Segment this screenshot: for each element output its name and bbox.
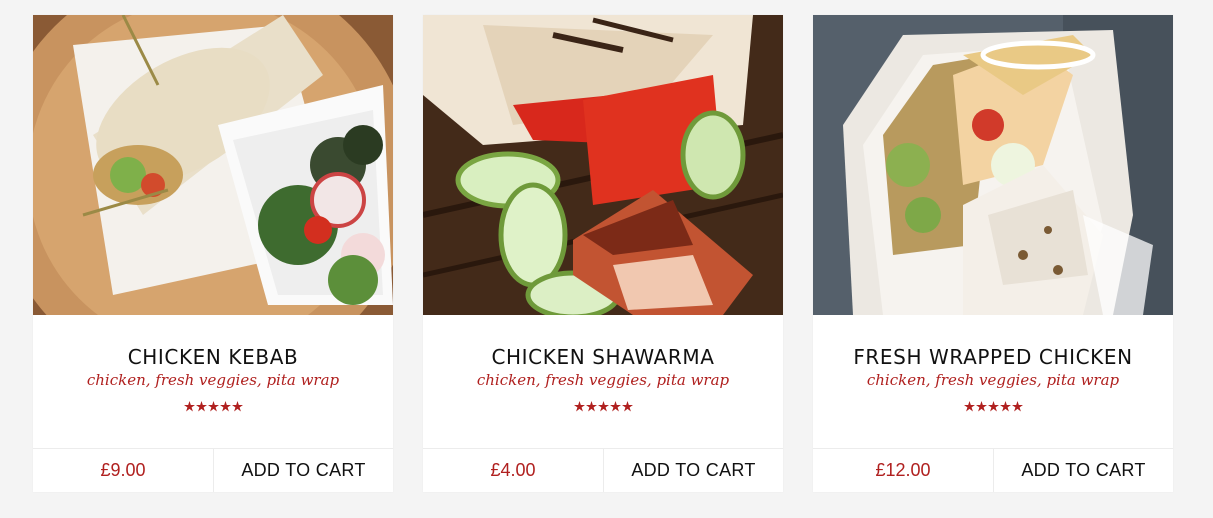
star-icon (573, 401, 585, 412)
star-icon (219, 401, 231, 412)
product-card: FRESH WRAPPED CHICKEN chicken, fresh veg… (813, 15, 1173, 492)
star-icon (621, 401, 633, 412)
product-card: CHICKEN SHAWARMA chicken, fresh veggies,… (423, 15, 783, 492)
add-to-cart-button[interactable]: ADD TO CART (214, 449, 393, 492)
star-icon (183, 401, 195, 412)
chicken-kebab-photo (33, 15, 393, 315)
product-info: CHICKEN KEBAB chicken, fresh veggies, pi… (33, 315, 393, 449)
add-to-cart-button[interactable]: ADD TO CART (604, 449, 783, 492)
product-footer: £9.00 ADD TO CART (33, 449, 393, 492)
star-rating (813, 401, 1173, 415)
add-to-cart-button[interactable]: ADD TO CART (994, 449, 1173, 492)
product-title[interactable]: FRESH WRAPPED CHICKEN (813, 345, 1173, 369)
product-title[interactable]: CHICKEN KEBAB (33, 345, 393, 369)
star-icon (207, 401, 219, 412)
product-price: £4.00 (423, 449, 604, 492)
product-image-chicken-shawarma[interactable] (423, 15, 783, 315)
product-image-chicken-kebab[interactable] (33, 15, 393, 315)
star-rating (423, 401, 783, 415)
star-icon (195, 401, 207, 412)
product-info: CHICKEN SHAWARMA chicken, fresh veggies,… (423, 315, 783, 449)
chicken-shawarma-photo (423, 15, 783, 315)
star-icon (585, 401, 597, 412)
star-icon (963, 401, 975, 412)
product-price: £12.00 (813, 449, 994, 492)
product-title[interactable]: CHICKEN SHAWARMA (423, 345, 783, 369)
star-icon (987, 401, 999, 412)
product-card: CHICKEN KEBAB chicken, fresh veggies, pi… (33, 15, 393, 492)
product-price: £9.00 (33, 449, 214, 492)
product-subtitle: chicken, fresh veggies, pita wrap (476, 371, 730, 389)
star-icon (597, 401, 609, 412)
product-footer: £4.00 ADD TO CART (423, 449, 783, 492)
product-subtitle: chicken, fresh veggies, pita wrap (86, 371, 340, 389)
product-grid: CHICKEN KEBAB chicken, fresh veggies, pi… (33, 15, 1173, 492)
star-icon (999, 401, 1011, 412)
product-footer: £12.00 ADD TO CART (813, 449, 1173, 492)
product-info: FRESH WRAPPED CHICKEN chicken, fresh veg… (813, 315, 1173, 449)
star-icon (231, 401, 243, 412)
product-image-fresh-wrapped-chicken[interactable] (813, 15, 1173, 315)
product-subtitle: chicken, fresh veggies, pita wrap (866, 371, 1120, 389)
star-rating (33, 401, 393, 415)
star-icon (1011, 401, 1023, 412)
star-icon (609, 401, 621, 412)
fresh-wrapped-chicken-photo (813, 15, 1173, 315)
star-icon (975, 401, 987, 412)
